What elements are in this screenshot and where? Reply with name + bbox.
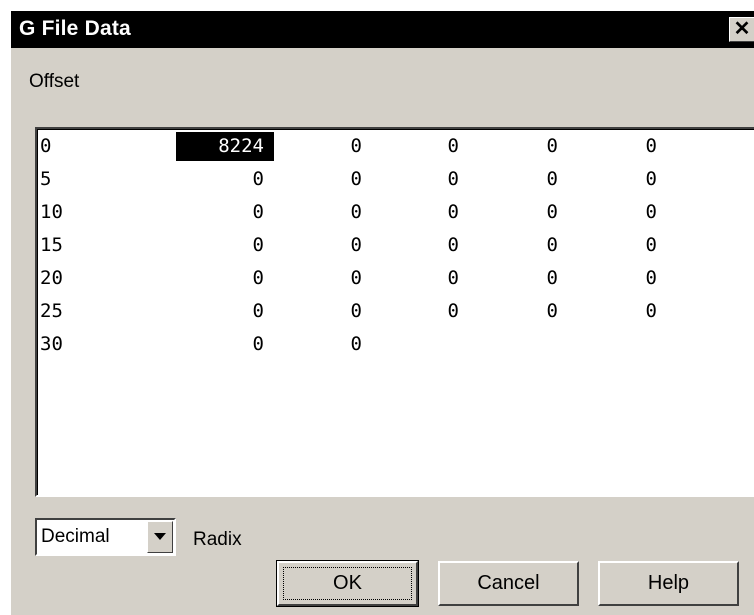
data-cell[interactable]: 0 xyxy=(264,165,362,194)
help-button[interactable]: Help xyxy=(598,561,739,606)
radix-selected-value: Decimal xyxy=(41,526,110,547)
data-cell[interactable]: 0 xyxy=(264,198,362,227)
table-row[interactable]: 0 8224 0 0 0 0 xyxy=(37,131,754,164)
row-offset-label: 10 xyxy=(40,201,63,223)
title-bar[interactable]: G File Data ✕ xyxy=(11,11,754,48)
window-title: G File Data xyxy=(19,17,131,40)
data-cell[interactable]: 0 xyxy=(559,165,657,194)
cancel-button-label: Cancel xyxy=(477,572,540,594)
data-cell[interactable]: 0 xyxy=(361,264,459,293)
data-cell[interactable]: 0 xyxy=(559,132,657,161)
row-offset-label: 15 xyxy=(40,234,63,256)
table-row[interactable]: 25 0 0 0 0 0 xyxy=(37,296,754,329)
row-offset-label: 5 xyxy=(40,168,52,190)
help-button-label: Help xyxy=(647,572,690,594)
data-cell[interactable]: 0 xyxy=(559,264,657,293)
data-cell[interactable]: 0 xyxy=(166,330,264,359)
row-offset-label: 0 xyxy=(40,135,52,157)
data-cell[interactable]: 0 xyxy=(264,330,362,359)
data-cell[interactable]: 0 xyxy=(166,231,264,260)
data-cell[interactable]: 0 xyxy=(264,264,362,293)
data-cell[interactable]: 0 xyxy=(361,132,459,161)
close-icon[interactable]: ✕ xyxy=(729,17,754,42)
data-cell[interactable]: 0 xyxy=(460,132,558,161)
data-cell[interactable]: 0 xyxy=(361,231,459,260)
data-cell[interactable]: 0 xyxy=(166,198,264,227)
data-cell[interactable]: 0 xyxy=(559,297,657,326)
focus-rectangle xyxy=(283,567,412,600)
table-row[interactable]: 15 0 0 0 0 0 xyxy=(37,230,754,263)
data-cell[interactable]: 0 xyxy=(361,165,459,194)
row-offset-label: 30 xyxy=(40,333,63,355)
cancel-button[interactable]: Cancel xyxy=(438,561,579,606)
data-cell[interactable]: 0 xyxy=(559,231,657,260)
data-cell[interactable]: 0 xyxy=(264,231,362,260)
data-cell[interactable]: 0 xyxy=(460,198,558,227)
data-cell[interactable]: 0 xyxy=(361,198,459,227)
data-cell[interactable]: 0 xyxy=(559,198,657,227)
data-cell[interactable]: 0 xyxy=(361,297,459,326)
offset-label: Offset xyxy=(29,71,80,92)
data-cell[interactable]: 0 xyxy=(460,231,558,260)
data-cell[interactable]: 0 xyxy=(460,264,558,293)
data-cell[interactable]: 0 xyxy=(460,165,558,194)
radix-dropdown-button[interactable] xyxy=(147,521,173,553)
data-cell[interactable]: 0 xyxy=(460,297,558,326)
g-file-data-dialog: G File Data ✕ Offset 0 8224 0 0 0 0 5 0 0 0 0 0 10 0 0… xyxy=(10,10,754,615)
table-row[interactable]: 10 0 0 0 0 0 xyxy=(37,197,754,230)
data-cell[interactable]: 0 xyxy=(264,297,362,326)
data-cell[interactable]: 0 xyxy=(264,132,362,161)
radix-select[interactable]: Decimal xyxy=(35,518,176,556)
data-cell[interactable]: 0 xyxy=(166,165,264,194)
row-offset-label: 25 xyxy=(40,300,63,322)
table-row[interactable]: 30 0 0 xyxy=(37,329,754,362)
selected-data-cell[interactable]: 8224 xyxy=(176,132,274,161)
table-row[interactable]: 20 0 0 0 0 0 xyxy=(37,263,754,296)
radix-label: Radix xyxy=(193,529,242,550)
row-offset-label: 20 xyxy=(40,267,63,289)
chevron-down-icon xyxy=(154,533,166,540)
data-cell[interactable]: 0 xyxy=(166,297,264,326)
table-row[interactable]: 500000 xyxy=(37,164,754,197)
ok-button[interactable]: OK xyxy=(276,560,419,607)
data-grid-listbox[interactable]: 0 8224 0 0 0 0 5 0 0 0 0 0 10 0 0 0 0 0 15 0 0 0 0 0 20 0 0 0 0 0 25 0 0… xyxy=(35,127,754,497)
data-cell[interactable]: 0 xyxy=(166,264,264,293)
